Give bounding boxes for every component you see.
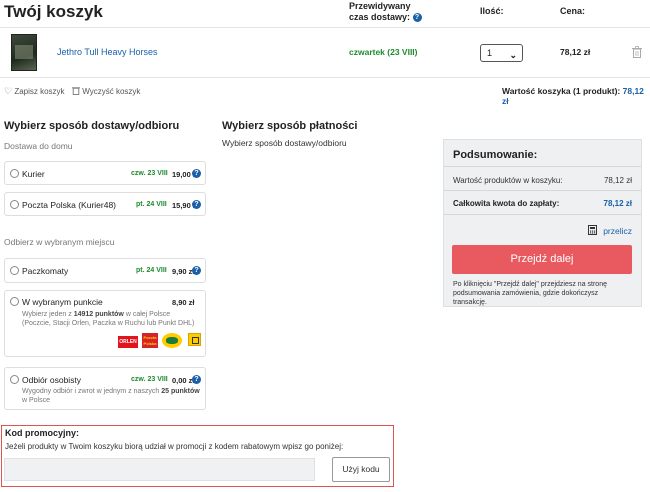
option-date: pt. 24 VIII <box>136 267 167 274</box>
pickup-label: Odbierz w wybranym miejscu <box>4 237 115 247</box>
quantity-value: 1 <box>487 48 493 58</box>
qty-header: Ilość: <box>480 6 504 16</box>
option-date: pt. 24 VIII <box>136 201 167 208</box>
description-bold: 25 punktów <box>161 388 200 395</box>
recalculate-label: przelicz <box>603 226 632 236</box>
save-cart-button[interactable]: ♡ Zapisz koszyk <box>4 86 65 97</box>
promo-code-input[interactable] <box>4 458 315 481</box>
promo-description: Jeżeli produkty w Twoim koszyku biorą ud… <box>5 442 344 451</box>
option-name: W wybranym punkcie <box>22 297 103 307</box>
option-description: Wygodny odbiór i zwrot w jednym z naszyc… <box>22 387 200 405</box>
description-text: (Poczcie, Stacji Orlen, Paczka w Ruchu l… <box>22 320 195 327</box>
poczta-polska-logo: Poczta Polska <box>142 333 158 348</box>
option-name: Paczkomaty <box>22 266 69 276</box>
apply-code-button[interactable]: Użyj kodu <box>332 457 390 482</box>
description-text: w całej Polsce <box>123 311 171 318</box>
payment-section-title: Wybierz sposób płatności <box>222 120 358 132</box>
products-value-row: Wartość produktów w koszyku: 78,12 zł <box>453 176 632 185</box>
delivery-time-header-label: Przewidywany czas dostawy: <box>349 1 411 22</box>
calculator-icon <box>587 225 597 235</box>
delivery-option-kurier[interactable]: Kurier czw. 23 VIII 19,00 zł ? <box>4 161 206 185</box>
quantity-select[interactable]: 1 ⌄ <box>480 44 523 62</box>
products-value-label: Wartość produktów w koszyku: <box>453 176 563 185</box>
price-header: Cena: <box>560 6 586 16</box>
home-delivery-label: Dostawa do domu <box>4 141 73 151</box>
description-bold: 14912 punktów <box>73 311 124 318</box>
delivery-option-paczkomaty[interactable]: Paczkomaty pt. 24 VIII 9,90 zł ? <box>4 258 206 283</box>
help-icon[interactable]: ? <box>192 375 201 384</box>
delivery-time-header: Przewidywany czas dostawy: ? <box>349 1 429 23</box>
total-row: Całkowita kwota do zapłaty: 78,12 zł <box>453 199 632 208</box>
divider <box>0 27 650 28</box>
help-icon[interactable]: ? <box>192 200 201 209</box>
recalculate-link[interactable]: przelicz <box>587 225 632 236</box>
option-date: czw. 23 VIII <box>131 376 168 383</box>
radio-button[interactable] <box>10 200 19 209</box>
cart-value-label: Wartość koszyka (1 produkt): <box>502 86 621 96</box>
clear-cart-button[interactable]: Wyczyść koszyk <box>72 86 140 96</box>
clear-cart-label: Wyczyść koszyk <box>82 87 141 96</box>
chevron-down-icon: ⌄ <box>509 50 517 60</box>
divider <box>0 77 650 78</box>
description-text: Wybierz jeden z <box>22 311 74 318</box>
divider <box>444 214 641 215</box>
option-name: Kurier <box>22 169 45 179</box>
option-name: Poczta Polska (Kurier48) <box>22 200 117 210</box>
total-label: Całkowita kwota do zapłaty: <box>453 199 560 208</box>
summary-title: Podsumowanie: <box>453 149 538 161</box>
trash-icon <box>72 87 80 95</box>
option-description: Wybierz jeden z 14912 punktów w całej Po… <box>22 310 194 328</box>
summary-note: Po kliknięciu "Przejdź dalej" przejdzies… <box>453 281 607 306</box>
heart-icon: ♡ <box>4 86 13 96</box>
delivery-option-poczta-polska[interactable]: Poczta Polska (Kurier48) pt. 24 VIII 15,… <box>4 192 206 216</box>
help-icon[interactable]: ? <box>192 169 201 178</box>
description-text: Wygodny odbiór i zwrot w jednym z naszyc… <box>22 388 162 395</box>
product-name-link[interactable]: Jethro Tull Heavy Horses <box>57 47 158 57</box>
ruch-logo <box>162 333 182 348</box>
save-cart-label: Zapisz koszyk <box>14 87 65 96</box>
order-summary-panel: Podsumowanie: Wartość produktów w koszyk… <box>443 139 642 307</box>
promo-title: Kod promocyjny: <box>5 428 80 438</box>
option-price: 8,90 zł <box>172 298 195 307</box>
product-cover-image[interactable] <box>11 34 37 71</box>
radio-button[interactable] <box>10 375 19 384</box>
description-text: w Polsce <box>22 397 51 404</box>
option-date: czw. 23 VIII <box>131 170 168 177</box>
payment-hint: Wybierz sposób dostawy/odbioru <box>222 138 347 148</box>
divider <box>444 190 641 191</box>
divider <box>444 166 641 167</box>
radio-button[interactable] <box>10 266 19 275</box>
pickup-point-logo <box>188 333 201 346</box>
products-value-amount: 78,12 zł <box>603 176 632 185</box>
page-title: Twój koszyk <box>4 2 103 21</box>
help-icon[interactable]: ? <box>192 266 201 275</box>
total-amount: 78,12 zł <box>603 199 632 208</box>
delivery-section-title: Wybierz sposób dostawy/odbioru <box>4 120 180 132</box>
delivery-option-personal-pickup[interactable]: Odbiór osobisty czw. 23 VIII 0,00 zł ? W… <box>4 367 206 410</box>
help-icon[interactable]: ? <box>412 13 422 23</box>
product-price: 78,12 zł <box>560 47 591 57</box>
radio-button[interactable] <box>10 297 19 306</box>
cart-value: Wartość koszyka (1 produkt): 78,12 zł <box>502 86 650 106</box>
proceed-button[interactable]: Przejdź dalej <box>452 245 632 274</box>
option-name: Odbiór osobisty <box>22 375 82 385</box>
orlen-logo: ORLEN <box>118 336 138 348</box>
radio-button[interactable] <box>10 169 19 178</box>
product-delivery-date: czwartek (23 VIII) <box>349 47 418 57</box>
trash-icon[interactable] <box>632 46 642 58</box>
